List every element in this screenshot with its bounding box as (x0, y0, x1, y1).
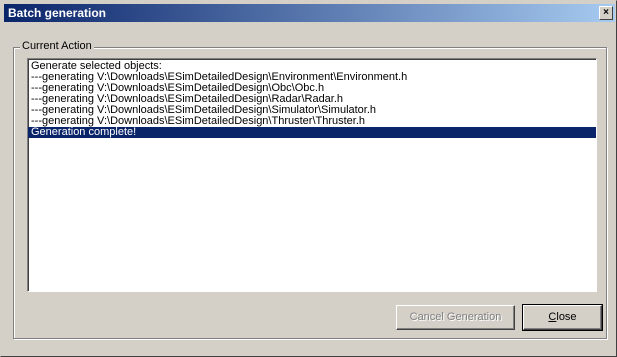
close-button[interactable]: Close (522, 304, 603, 331)
action-log-list[interactable]: Generate selected objects: ---generating… (27, 58, 597, 292)
title-bar[interactable]: Batch generation × (4, 4, 615, 22)
close-icon[interactable]: × (599, 6, 613, 20)
cancel-generation-button[interactable]: Cancel Generation (396, 305, 515, 330)
current-action-legend: Current Action (20, 40, 94, 53)
close-label-rest: lose (556, 311, 577, 323)
list-item-selected[interactable]: Generation complete! (28, 127, 596, 138)
window-title: Batch generation (8, 6, 107, 20)
